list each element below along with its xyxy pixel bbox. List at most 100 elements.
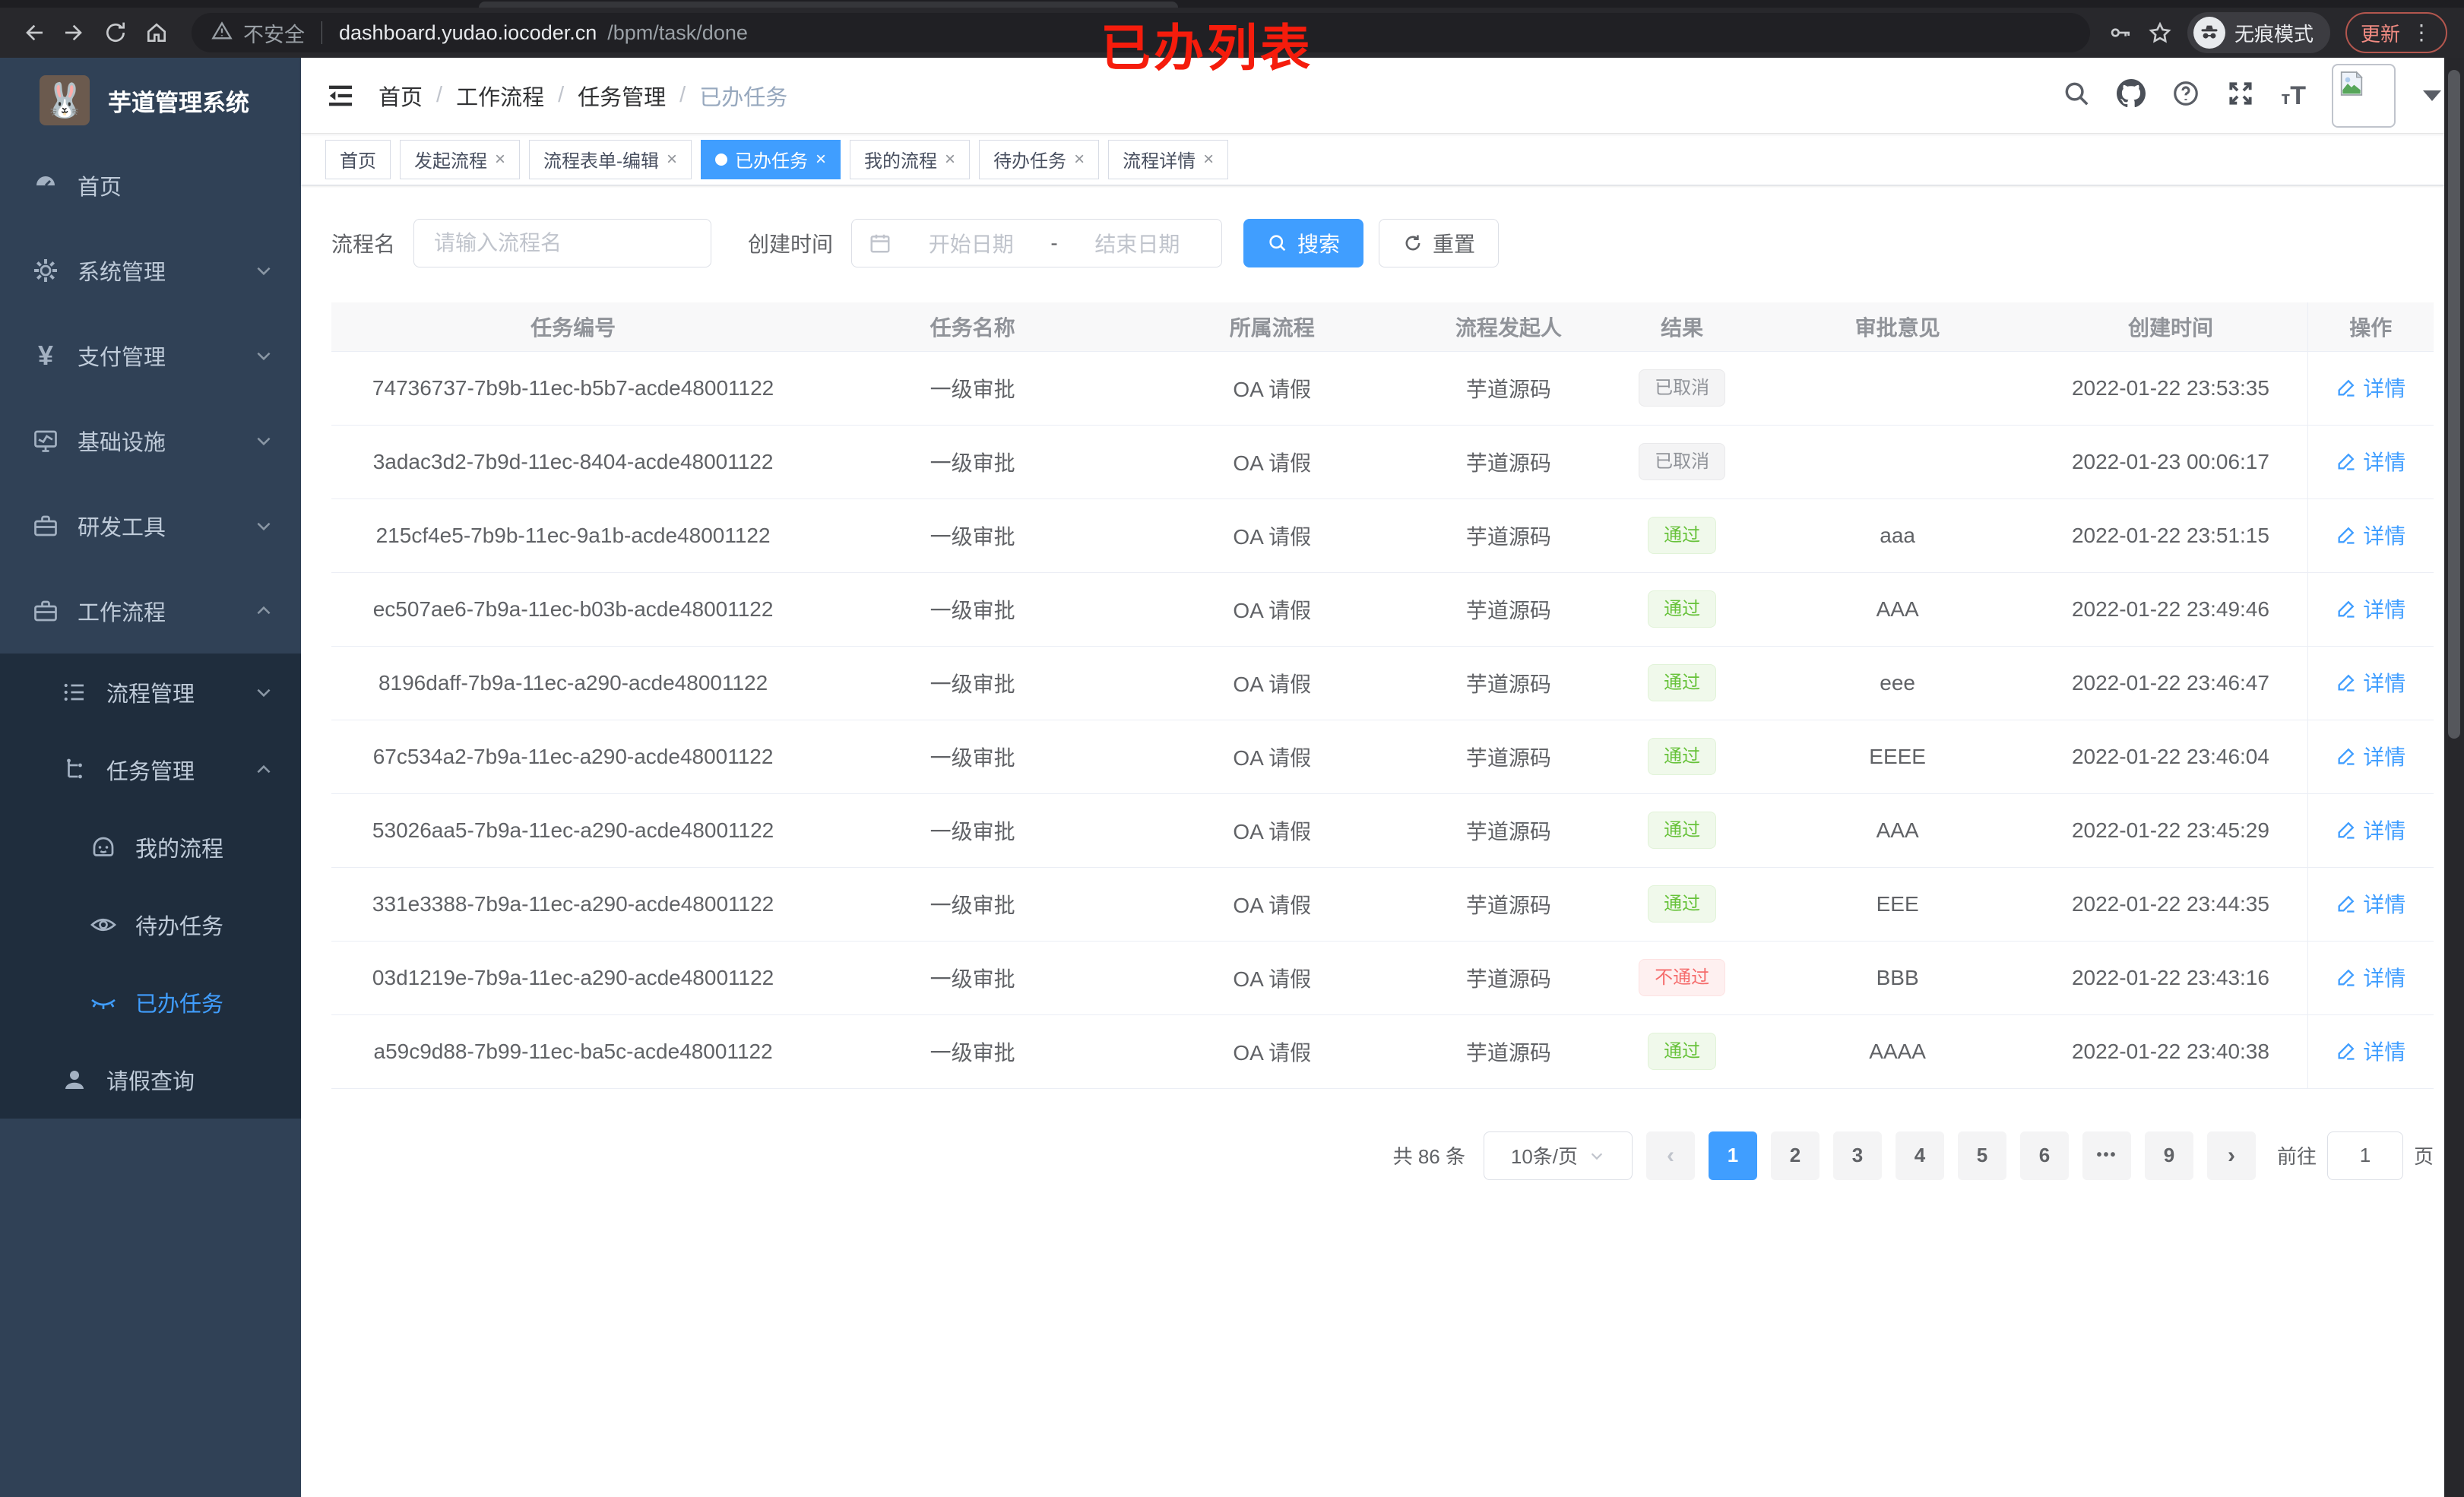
- col-create-time: 创建时间: [2034, 302, 2307, 352]
- table-header-row: 任务编号 任务名称 所属流程 流程发起人 结果 审批意见 创建时间 操作: [331, 302, 2434, 352]
- cell-create-time: 2022-01-22 23:46:04: [2034, 720, 2307, 794]
- page-button-2[interactable]: 2: [1770, 1131, 1819, 1180]
- cell-starter: 芋道源码: [1414, 867, 1604, 942]
- page-button-5[interactable]: 5: [1957, 1131, 2006, 1180]
- sidebar-item-done-tasks[interactable]: 已办任务: [0, 964, 301, 1041]
- sidebar-logo[interactable]: 🐰 芋道管理系统: [0, 58, 301, 143]
- detail-button[interactable]: 详情: [2336, 446, 2405, 476]
- cell-result: 通过: [1603, 646, 1761, 720]
- cell-process: OA 请假: [1130, 720, 1414, 794]
- cell-result: 不通过: [1603, 941, 1761, 1015]
- reload-icon[interactable]: [99, 16, 132, 49]
- close-icon[interactable]: ×: [816, 150, 826, 169]
- page-button-1[interactable]: 1: [1708, 1131, 1757, 1180]
- tab-form-edit[interactable]: 流程表单-编辑 ×: [529, 139, 692, 179]
- github-icon[interactable]: [2117, 79, 2146, 112]
- breadcrumb-home[interactable]: 首页: [378, 80, 423, 112]
- tab-my-process[interactable]: 我的流程 ×: [850, 139, 971, 179]
- help-icon[interactable]: [2171, 79, 2200, 112]
- page-button-6[interactable]: 6: [2019, 1131, 2069, 1180]
- detail-button[interactable]: 详情: [2336, 520, 2405, 550]
- forward-icon[interactable]: [58, 16, 91, 49]
- next-page-button[interactable]: ›: [2206, 1131, 2256, 1180]
- chevron-down-icon: [254, 431, 274, 451]
- detail-button[interactable]: 详情: [2336, 815, 2405, 845]
- back-icon[interactable]: [17, 16, 50, 49]
- cell-process: OA 请假: [1130, 498, 1414, 573]
- sidebar-item-payment[interactable]: ¥ 支付管理: [0, 313, 301, 398]
- incognito-badge[interactable]: 无痕模式: [2187, 12, 2330, 53]
- cell-actions: 详情: [2307, 720, 2434, 794]
- range-separator: -: [1050, 231, 1058, 255]
- tab-done-tasks[interactable]: 已办任务 ×: [701, 139, 841, 179]
- close-icon[interactable]: ×: [1074, 150, 1085, 169]
- detail-button[interactable]: 详情: [2336, 888, 2405, 919]
- browser-menu-icon[interactable]: ⋮: [2411, 22, 2432, 43]
- cell-process: OA 请假: [1130, 425, 1414, 499]
- avatar[interactable]: [2332, 63, 2396, 128]
- font-size-icon[interactable]: тT: [2281, 83, 2306, 109]
- goto-page-input[interactable]: [2326, 1131, 2403, 1180]
- scrollbar-thumb[interactable]: [2448, 70, 2460, 739]
- sidebar-item-infra[interactable]: 基础设施: [0, 398, 301, 483]
- sidebar-item-leave-query[interactable]: 请假查询: [0, 1041, 301, 1119]
- detail-button[interactable]: 详情: [2336, 962, 2405, 992]
- page-button-3[interactable]: 3: [1832, 1131, 1882, 1180]
- breadcrumb-workflow[interactable]: 工作流程: [456, 80, 544, 112]
- breadcrumb-task-mgmt[interactable]: 任务管理: [578, 80, 666, 112]
- detail-button[interactable]: 详情: [2336, 1036, 2405, 1066]
- page-size-select[interactable]: 10条/页: [1483, 1131, 1633, 1180]
- search-icon[interactable]: [2062, 79, 2091, 112]
- close-icon[interactable]: ×: [945, 150, 955, 169]
- detail-button[interactable]: 详情: [2336, 372, 2405, 403]
- page-scrollbar[interactable]: [2444, 58, 2464, 1497]
- user-icon: [59, 1065, 90, 1095]
- cell-actions: 详情: [2307, 941, 2434, 1015]
- more-pages-button[interactable]: •••: [2082, 1131, 2131, 1180]
- close-icon[interactable]: ×: [495, 150, 505, 169]
- search-button[interactable]: 搜索: [1243, 219, 1364, 267]
- process-name-label: 流程名: [331, 233, 396, 256]
- tab-home[interactable]: 首页: [325, 139, 391, 179]
- url-bar[interactable]: 不安全 dashboard.yudao.iocoder.cn/bpm/task/…: [192, 13, 2090, 52]
- detail-button[interactable]: 详情: [2336, 593, 2405, 624]
- tab-todo-tasks[interactable]: 待办任务 ×: [979, 139, 1100, 179]
- chevron-up-icon: [254, 760, 274, 780]
- sidebar-item-system[interactable]: 系统管理: [0, 228, 301, 313]
- not-secure-icon[interactable]: [211, 21, 233, 46]
- key-icon[interactable]: [2108, 21, 2133, 45]
- reset-button[interactable]: 重置: [1379, 219, 1500, 267]
- prev-page-button[interactable]: ‹: [1645, 1131, 1695, 1180]
- sidebar-collapse-icon[interactable]: [324, 79, 357, 112]
- tab-process-detail[interactable]: 流程详情 ×: [1108, 139, 1229, 179]
- fullscreen-icon[interactable]: [2226, 79, 2255, 112]
- sidebar-item-workflow[interactable]: 工作流程: [0, 568, 301, 654]
- sidebar-item-devtools[interactable]: 研发工具: [0, 483, 301, 568]
- sidebar-item-process-mgmt[interactable]: 流程管理: [0, 654, 301, 731]
- detail-button[interactable]: 详情: [2336, 741, 2405, 771]
- cell-actions: 详情: [2307, 351, 2434, 426]
- browser-active-tab[interactable]: [479, 2, 1178, 8]
- home-icon[interactable]: [140, 16, 173, 49]
- sidebar-item-task-mgmt[interactable]: 任务管理: [0, 731, 301, 809]
- close-icon[interactable]: ×: [1203, 150, 1214, 169]
- sidebar-item-todo-tasks[interactable]: 待办任务: [0, 886, 301, 964]
- end-date-placeholder[interactable]: 结束日期: [1070, 228, 1205, 258]
- start-date-placeholder[interactable]: 开始日期: [904, 228, 1038, 258]
- app-title: 芋道管理系统: [108, 89, 249, 116]
- page-button-9[interactable]: 9: [2144, 1131, 2193, 1180]
- bookmark-star-icon[interactable]: [2148, 21, 2172, 45]
- avatar-caret-icon[interactable]: [2423, 90, 2441, 101]
- process-name-input[interactable]: [413, 219, 712, 267]
- detail-button[interactable]: 详情: [2336, 667, 2405, 698]
- sidebar-item-home[interactable]: 首页: [0, 143, 301, 228]
- cell-actions: 详情: [2307, 867, 2434, 942]
- update-button[interactable]: 更新 ⋮: [2345, 12, 2447, 53]
- date-range-picker[interactable]: 开始日期 - 结束日期: [851, 219, 1223, 267]
- page-unit-label: 页: [2413, 1145, 2434, 1168]
- tab-start-process[interactable]: 发起流程 ×: [400, 139, 521, 179]
- sidebar-item-my-process[interactable]: 我的流程: [0, 809, 301, 886]
- close-icon[interactable]: ×: [667, 150, 677, 169]
- tags-view-bar: 首页 发起流程 × 流程表单-编辑 × 已办任务 × 我的流程 × 待办任务 × 流程详情…: [301, 134, 2464, 185]
- page-button-4[interactable]: 4: [1895, 1131, 1944, 1180]
